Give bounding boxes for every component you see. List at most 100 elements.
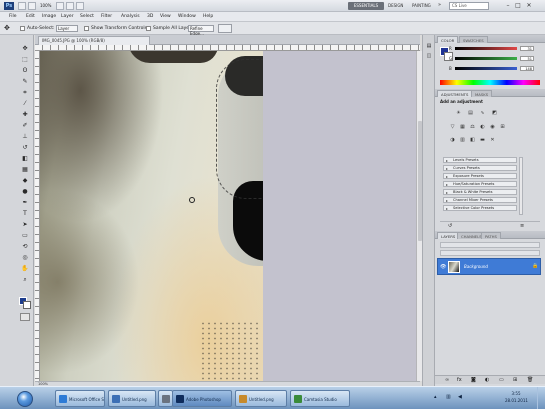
taskbar-item[interactable]: Untitled.png (235, 390, 287, 407)
lasso-tool-icon[interactable]: ʘ (19, 67, 31, 74)
threshold-icon[interactable]: ◧ (469, 137, 476, 144)
layer-row-background[interactable]: 👁 Background 🔒 (437, 258, 541, 275)
menu-analysis[interactable]: Analysis (121, 14, 140, 19)
healing-tool-icon[interactable]: ✚ (19, 111, 31, 118)
marquee-tool-icon[interactable]: ⬚ (19, 56, 31, 63)
close-button[interactable]: ✕ (525, 2, 533, 10)
move-tool-icon[interactable]: ✥ (19, 45, 31, 52)
menu-help[interactable]: Help (203, 14, 213, 19)
taskbar-item[interactable]: Adobe Photoshop (172, 390, 232, 407)
type-tool-icon[interactable]: T (19, 210, 31, 217)
channel-value-field[interactable]: 148 (520, 66, 534, 71)
dodge-tool-icon[interactable]: ● (19, 188, 31, 195)
document-image[interactable] (40, 51, 263, 381)
quick-select-tool-icon[interactable]: ✎ (19, 78, 31, 85)
hue-saturation-icon[interactable]: ▦ (459, 124, 466, 131)
navigator-panel-icon[interactable]: ◫ (425, 53, 433, 60)
brush-tool-icon[interactable]: ✐ (19, 122, 31, 129)
adjustment-preset-item[interactable]: Hue/Saturation Presets (443, 181, 517, 187)
auto-select-checkbox[interactable] (20, 26, 25, 31)
link-layers-icon[interactable]: ∞ (445, 377, 449, 383)
exposure-icon[interactable]: ◩ (491, 110, 498, 117)
layer-name[interactable]: Background (464, 264, 488, 269)
menu-view[interactable]: View (160, 14, 171, 19)
minimize-button[interactable]: – (504, 2, 512, 10)
menu-layer[interactable]: Layer (61, 14, 74, 19)
delete-layer-icon[interactable]: 🗑 (527, 377, 533, 383)
tab-layers[interactable]: LAYERS (437, 232, 460, 239)
show-transform-checkbox[interactable] (84, 26, 89, 31)
arrange-documents-button[interactable] (66, 2, 74, 10)
new-group-icon[interactable]: ▭ (499, 377, 504, 383)
selective-color-icon[interactable]: ✕ (489, 137, 496, 144)
invert-icon[interactable]: ◑ (449, 137, 456, 144)
tray-volume-icon[interactable]: ◀ (458, 394, 462, 400)
channel-slider[interactable] (455, 67, 517, 70)
adjustments-menu-icon[interactable]: ≡ (520, 223, 524, 229)
hand-view-button[interactable] (56, 2, 64, 10)
layer-blend-opacity-row[interactable] (440, 242, 540, 248)
taskbar-item[interactable] (158, 390, 173, 407)
quick-mask-button[interactable] (20, 313, 30, 321)
taskbar-clock[interactable]: 3:55 28.01.2011 (505, 390, 528, 404)
menu-filter[interactable]: Filter (101, 14, 112, 19)
painting-workspace-link[interactable]: PAINTING (412, 3, 431, 8)
3d-rotate-icon[interactable]: ⟲ (19, 243, 31, 250)
blur-tool-icon[interactable]: ◆ (19, 177, 31, 184)
3d-orbit-icon[interactable]: ◎ (19, 254, 31, 261)
design-workspace-link[interactable]: DESIGN (388, 3, 403, 8)
show-desktop-button[interactable] (537, 387, 545, 409)
eyedropper-tool-icon[interactable]: ⁄ (19, 100, 31, 107)
adjustment-preset-item[interactable]: Exposure Presets (443, 173, 517, 179)
adjustment-preset-item[interactable]: Levels Presets (443, 157, 517, 163)
tab-swatches[interactable]: SWATCHES (459, 36, 488, 43)
tab-adjustments[interactable]: ADJUSTMENTS (437, 90, 473, 97)
mini-bridge-button[interactable] (28, 2, 36, 10)
move-tool-preset-icon[interactable]: ✥ (4, 24, 14, 33)
gradient-map-icon[interactable]: ▬ (479, 137, 486, 144)
return-icon[interactable]: ↺ (448, 223, 452, 229)
adjustment-preset-item[interactable]: Black & White Presets (443, 189, 517, 195)
zoom-tool-icon[interactable]: ⌕ (19, 276, 31, 283)
background-color-swatch[interactable] (23, 301, 31, 309)
align-options-button[interactable] (218, 24, 232, 33)
workspace-switcher[interactable]: ESSENTIALS (348, 2, 384, 10)
photo-filter-icon[interactable]: ◉ (489, 124, 496, 131)
channel-mixer-icon[interactable]: ⊞ (499, 124, 506, 131)
tray-network-icon[interactable]: ▥ (446, 394, 451, 400)
stamp-tool-icon[interactable]: ⊥ (19, 133, 31, 140)
history-brush-icon[interactable]: ↺ (19, 144, 31, 151)
menu-3d[interactable]: 3D (147, 14, 153, 19)
crop-tool-icon[interactable]: ⌗ (19, 89, 31, 96)
add-mask-icon[interactable]: ◙ (471, 377, 476, 383)
history-panel-icon[interactable]: ▤ (425, 43, 433, 50)
vibrance-icon[interactable]: ▽ (449, 124, 456, 131)
channel-value-field[interactable]: 51 (520, 56, 534, 61)
new-adjustment-icon[interactable]: ◐ (485, 377, 489, 383)
layer-lock-fill-row[interactable] (440, 250, 540, 256)
zoom-level-select[interactable]: 100% (40, 3, 51, 8)
new-layer-icon[interactable]: ⊞ (513, 377, 517, 383)
taskbar-item[interactable]: Microsoft Office Sig... (55, 390, 105, 407)
presets-scrollbar[interactable] (519, 157, 523, 215)
curves-icon[interactable]: ∿ (479, 110, 486, 117)
taskbar-item[interactable]: Untitled.png (108, 390, 156, 407)
black-white-icon[interactable]: ◐ (479, 124, 486, 131)
channel-slider[interactable] (455, 47, 517, 50)
auto-select-target[interactable]: Layer (56, 25, 78, 32)
channel-value-field[interactable]: 31 (520, 46, 534, 51)
maximize-button[interactable]: □ (514, 2, 522, 10)
tray-arrow-icon[interactable]: ▴ (434, 394, 437, 400)
gradient-tool-icon[interactable]: ▦ (19, 166, 31, 173)
channel-slider[interactable] (455, 57, 517, 60)
menu-file[interactable]: File (9, 14, 17, 19)
refine-edge-button[interactable]: Refine Edge... (188, 25, 214, 36)
menu-select[interactable]: Select (80, 14, 94, 19)
levels-icon[interactable]: ▤ (467, 110, 474, 117)
shape-tool-icon[interactable]: ▭ (19, 232, 31, 239)
tab-masks[interactable]: MASKS (471, 90, 493, 97)
menu-edit[interactable]: Edit (26, 14, 35, 19)
layer-style-icon[interactable]: fx (457, 377, 462, 383)
menu-window[interactable]: Window (178, 14, 196, 19)
adjustment-preset-item[interactable]: Selective Color Presets (443, 205, 517, 211)
